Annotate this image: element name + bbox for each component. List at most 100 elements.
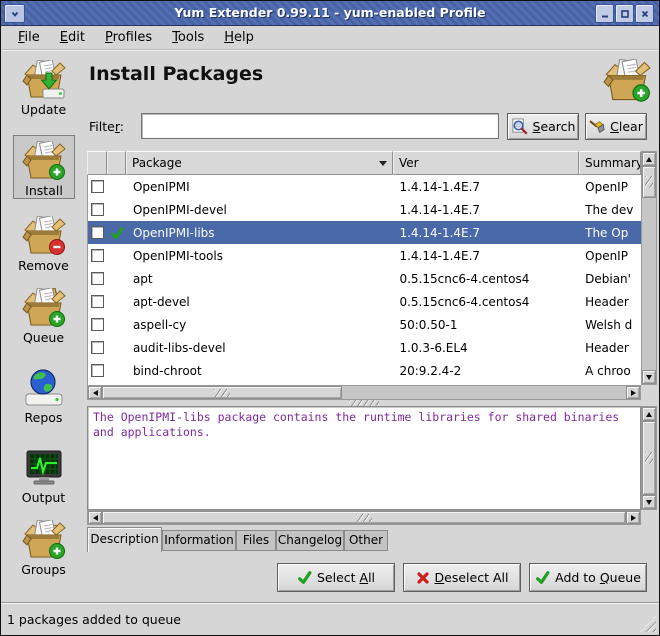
package-version: 20:9.2.4-2	[393, 364, 579, 378]
status-text: 1 packages added to queue	[7, 612, 181, 627]
select-all-label: Select All	[317, 570, 375, 585]
package-checkbox[interactable]	[91, 364, 104, 377]
deselect-all-button[interactable]: Deselect All	[403, 563, 521, 592]
scroll-left-button[interactable]	[88, 511, 102, 524]
column-header-checkbox[interactable]	[87, 151, 107, 175]
table-vertical-scrollbar[interactable]	[641, 151, 657, 385]
install-box-icon	[22, 141, 66, 181]
window-title: Yum Extender 0.99.11 - yum-enabled Profi…	[174, 5, 485, 20]
menu-help[interactable]: Help	[214, 27, 264, 48]
maximize-icon	[620, 9, 630, 19]
select-all-button[interactable]: Select All	[277, 563, 395, 592]
scroll-down-button[interactable]	[642, 495, 656, 509]
sidebar-item-remove[interactable]: Remove	[2, 216, 85, 273]
scroll-right-button[interactable]	[626, 386, 640, 399]
green-check-icon	[297, 570, 312, 585]
package-name: OpenIPMI-tools	[127, 249, 394, 263]
sidebar-item-update[interactable]: Update	[2, 60, 85, 117]
sidebar-item-groups[interactable]: Groups	[2, 520, 85, 577]
column-header-package[interactable]: Package	[126, 151, 393, 175]
menu-edit[interactable]: Edit	[50, 27, 95, 48]
page-title: Install Packages	[89, 63, 263, 85]
table-row[interactable]: audit-libs-devel 1.0.3-6.EL4 Header	[88, 336, 641, 359]
package-summary: The Op	[579, 226, 641, 240]
chevron-down-icon	[9, 9, 21, 19]
scroll-right-button[interactable]	[626, 511, 640, 524]
tab-changelog[interactable]: Changelog	[276, 530, 344, 551]
menu-tools[interactable]: Tools	[162, 27, 214, 48]
package-checkbox[interactable]	[91, 341, 104, 354]
sort-descending-icon	[379, 161, 387, 166]
statusbar: 1 packages added to queue	[1, 602, 659, 635]
tab-other[interactable]: Other	[344, 530, 388, 551]
package-checkbox[interactable]	[91, 318, 104, 331]
yum-extender-window: Yum Extender 0.99.11 - yum-enabled Profi…	[0, 0, 660, 636]
minimize-button[interactable]	[595, 4, 614, 23]
description-horizontal-scrollbar[interactable]	[87, 510, 641, 525]
package-checkbox[interactable]	[91, 226, 104, 239]
table-row[interactable]: OpenIPMI-devel 1.4.14-1.4E.7 The dev	[88, 198, 641, 221]
package-checkbox[interactable]	[91, 249, 104, 262]
table-row[interactable]: OpenIPMI 1.4.14-1.4E.7 OpenIP	[88, 175, 641, 198]
column-header-summary[interactable]: Summary	[579, 151, 641, 175]
description-vertical-scrollbar[interactable]	[641, 406, 657, 510]
package-summary: Welsh d	[579, 318, 641, 332]
column-header-ver[interactable]: Ver	[393, 151, 579, 175]
search-magnifier-icon	[511, 118, 528, 135]
menu-file[interactable]: File	[8, 27, 50, 48]
tab-files[interactable]: Files	[236, 530, 276, 551]
search-button[interactable]: Search	[507, 113, 579, 140]
table-row[interactable]: apt-devel 0.5.15cnc6-4.centos4 Header	[88, 290, 641, 313]
clear-button[interactable]: Clear	[585, 113, 647, 140]
close-button[interactable]	[635, 4, 654, 23]
update-box-icon	[22, 60, 66, 100]
scrollbar-thumb[interactable]	[102, 511, 626, 524]
package-version: 1.0.3-6.EL4	[393, 341, 579, 355]
pane-splitter[interactable]	[87, 399, 641, 406]
package-version: 0.5.15cnc6-4.centos4	[393, 272, 579, 286]
filter-input[interactable]	[141, 113, 499, 139]
table-horizontal-scrollbar[interactable]	[87, 385, 641, 400]
tab-information[interactable]: Information	[162, 530, 236, 551]
package-checkbox[interactable]	[91, 295, 104, 308]
tab-description[interactable]: Description	[87, 527, 162, 552]
scroll-up-button[interactable]	[642, 407, 656, 421]
scrollbar-thumb[interactable]	[102, 386, 342, 399]
table-row[interactable]: bind-chroot 20:9.2.4-2 A chroo	[88, 359, 641, 382]
titlebar[interactable]: Yum Extender 0.99.11 - yum-enabled Profi…	[1, 1, 659, 26]
sidebar-item-repos[interactable]: Repos	[2, 368, 85, 425]
menu-profiles[interactable]: Profiles	[95, 27, 162, 48]
table-header: Package Ver Summary	[87, 151, 641, 175]
search-button-label: Search	[533, 119, 576, 134]
sidebar-item-output[interactable]: Output	[2, 448, 85, 505]
package-name: aspell-cy	[127, 318, 394, 332]
scroll-down-button[interactable]	[642, 370, 656, 384]
package-summary: Debian'	[579, 272, 641, 286]
window-menu-button[interactable]	[4, 4, 25, 23]
table-row[interactable]: aspell-cy 50:0.50-1 Welsh d	[88, 313, 641, 336]
package-checkbox[interactable]	[91, 180, 104, 193]
package-version: 0.5.15cnc6-4.centos4	[393, 295, 579, 309]
scroll-up-button[interactable]	[642, 152, 656, 166]
resize-grip[interactable]	[640, 616, 656, 632]
queued-check-icon	[110, 226, 124, 240]
add-to-queue-button[interactable]: Add to Queue	[529, 563, 647, 592]
table-row[interactable]: apt 0.5.15cnc6-4.centos4 Debian'	[88, 267, 641, 290]
package-name: bind-chroot	[127, 364, 394, 378]
sidebar-item-install[interactable]: Install	[13, 135, 75, 199]
package-version: 1.4.14-1.4E.7	[393, 203, 579, 217]
table-row[interactable]: OpenIPMI-tools 1.4.14-1.4E.7 OpenIP	[88, 244, 641, 267]
sidebar: Update Install Remove Queue	[2, 50, 85, 602]
package-table-body: OpenIPMI 1.4.14-1.4E.7 OpenIP OpenIPMI-d…	[87, 175, 641, 385]
description-panel[interactable]: The OpenIPMI-libs package contains the r…	[87, 406, 641, 510]
column-header-status[interactable]	[107, 151, 126, 175]
package-checkbox[interactable]	[91, 272, 104, 285]
package-summary: Header	[579, 341, 641, 355]
sidebar-item-queue[interactable]: Queue	[2, 288, 85, 345]
package-checkbox[interactable]	[91, 203, 104, 216]
scroll-left-button[interactable]	[88, 386, 102, 399]
maximize-button[interactable]	[615, 4, 634, 23]
scrollbar-thumb[interactable]	[642, 166, 656, 198]
scrollbar-thumb[interactable]	[642, 421, 656, 495]
table-row[interactable]: OpenIPMI-libs 1.4.14-1.4E.7 The Op	[88, 221, 641, 244]
